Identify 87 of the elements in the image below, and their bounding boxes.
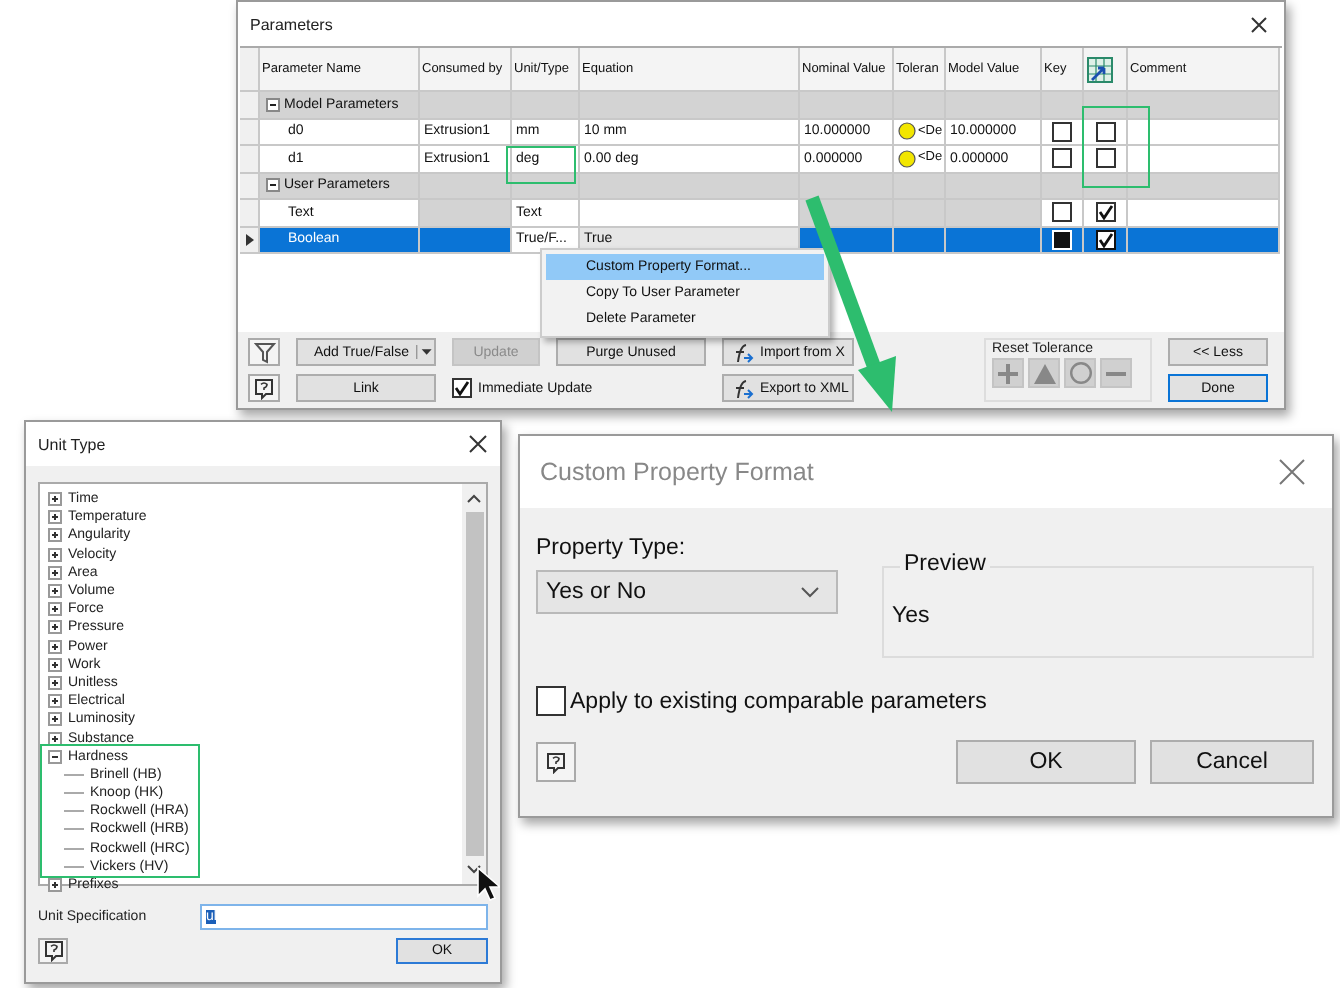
preview-value: Yes [892, 604, 930, 628]
table-cell [946, 200, 1042, 227]
column-header[interactable] [1084, 48, 1128, 92]
property-type-dropdown[interactable]: Yes or No [536, 570, 838, 614]
table-cell [894, 227, 946, 254]
help-icon [546, 751, 566, 773]
highlight-frame [1082, 106, 1150, 188]
scroll-up-icon [466, 492, 482, 504]
table-cell [894, 173, 946, 200]
expander-icon[interactable] [48, 731, 62, 746]
minus-icon [1106, 371, 1126, 375]
help-button[interactable] [536, 742, 576, 782]
tolerance-dot-icon [898, 149, 916, 168]
table-cell [1042, 92, 1084, 119]
expander-icon[interactable] [48, 584, 62, 599]
window-title: Custom Property Format [540, 458, 814, 486]
expander-icon[interactable] [266, 178, 280, 193]
tolerance-dot-icon [898, 122, 916, 141]
expander-icon[interactable] [48, 492, 62, 507]
help-button[interactable] [38, 938, 68, 964]
help-button[interactable] [248, 374, 280, 402]
checkbox[interactable] [536, 686, 566, 716]
chevron-down-icon [800, 586, 820, 598]
expander-icon[interactable] [48, 510, 62, 525]
expander-icon[interactable] [48, 657, 62, 672]
expander-icon[interactable] [48, 712, 62, 727]
table-cell [894, 200, 946, 227]
table-cell [512, 92, 580, 119]
filter-button[interactable] [248, 338, 280, 366]
expander-icon[interactable] [48, 675, 62, 690]
table-cell [1084, 92, 1128, 119]
help-icon [254, 377, 274, 399]
close-icon [468, 434, 488, 454]
table-cell [800, 173, 894, 200]
function-icon [730, 377, 754, 399]
cancel-button[interactable]: Cancel [1150, 740, 1314, 784]
checkbox-label: Apply to existing comparable parameters [570, 689, 987, 713]
expander-icon[interactable] [48, 639, 62, 654]
checkbox[interactable] [1095, 121, 1115, 142]
table-cell [240, 48, 260, 92]
window-title: Parameters [250, 15, 333, 33]
close-icon [1250, 15, 1268, 33]
close-icon [1278, 458, 1306, 486]
group-title: Preview [900, 552, 990, 576]
scrollbar[interactable] [462, 484, 486, 884]
table-cell [1042, 173, 1084, 200]
table-arrow-icon [1086, 55, 1114, 83]
highlight-frame [506, 146, 576, 184]
table-cell [240, 146, 260, 173]
window-title: Unit Type [38, 435, 106, 453]
expander-icon[interactable] [48, 749, 62, 764]
table-cell [240, 119, 260, 146]
table-cell [800, 92, 894, 119]
scroll-thumb[interactable] [465, 512, 483, 856]
checkbox[interactable] [1095, 202, 1115, 223]
expander-icon[interactable] [48, 620, 62, 635]
caret-icon [416, 342, 434, 362]
filter-icon [253, 341, 275, 363]
expander-icon[interactable] [48, 602, 62, 617]
scroll-down-icon [466, 864, 482, 876]
checkbox[interactable] [1095, 229, 1115, 250]
table-cell [420, 227, 512, 254]
table-cell [946, 92, 1042, 119]
expander-icon[interactable] [48, 694, 62, 709]
expander-icon[interactable] [48, 528, 62, 543]
plus-icon [998, 363, 1018, 383]
expander-icon[interactable] [48, 878, 62, 893]
circle-icon [1069, 362, 1091, 384]
expander-icon[interactable] [266, 97, 280, 112]
checkbox[interactable] [1052, 121, 1072, 142]
field-label: Property Type: [536, 536, 688, 560]
table-cell [946, 173, 1042, 200]
table-cell [894, 92, 946, 119]
expander-icon[interactable] [48, 565, 62, 580]
ok-button[interactable]: OK [956, 740, 1136, 784]
table-cell [240, 200, 260, 227]
expander-icon[interactable] [48, 547, 62, 562]
triangle-icon [1033, 363, 1055, 383]
row-marker-icon [245, 233, 253, 246]
checkbox[interactable] [1095, 148, 1115, 169]
function-icon [730, 341, 754, 363]
table-cell [420, 200, 512, 227]
checkbox[interactable] [1052, 202, 1072, 223]
checkbox[interactable] [1052, 148, 1072, 169]
table-cell [946, 227, 1042, 254]
help-icon [43, 940, 63, 962]
checkbox[interactable] [452, 378, 472, 398]
